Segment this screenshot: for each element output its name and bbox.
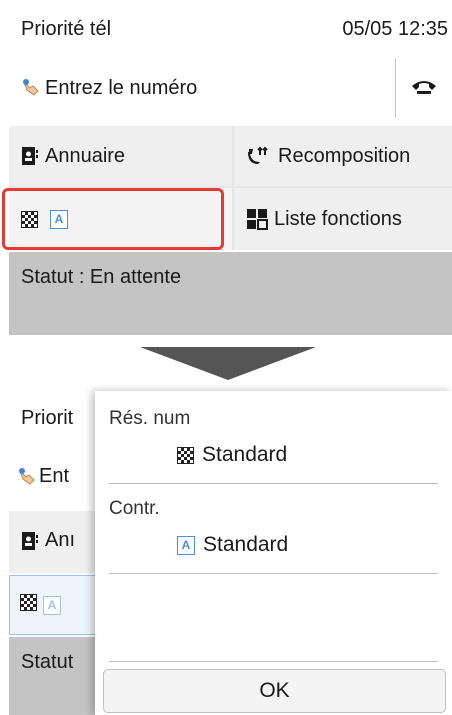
- contrast-value-text: Standard: [203, 533, 289, 556]
- bg-number-input-text: Ent: [39, 465, 70, 487]
- datetime: 05/05 12:35: [342, 17, 448, 40]
- function-list-button[interactable]: Liste fonctions: [234, 188, 452, 250]
- directory-label: Annuaire: [45, 144, 126, 167]
- contrast-label: Contr.: [109, 498, 160, 519]
- top-screen: Priorité tél 05/05 12:35 Entrez le numér…: [9, 0, 452, 335]
- mode-title: Priorité tél: [21, 17, 112, 40]
- contrast-icon: A: [177, 535, 195, 555]
- status-text: Statut : En attente: [21, 266, 182, 288]
- resolution-value-text: Standard: [202, 443, 288, 466]
- down-arrow-icon: [140, 347, 316, 380]
- redial-icon: [246, 146, 272, 166]
- bg-directory-label: Anı: [45, 529, 76, 551]
- status-bar: Priorité tél 05/05 12:35: [9, 0, 452, 58]
- number-entry-row: Entrez le numéro: [9, 58, 452, 118]
- bg-fax-settings-button: A: [9, 575, 99, 635]
- bg-number-input: Ent: [17, 465, 69, 488]
- address-book-icon: [21, 531, 39, 551]
- number-input[interactable]: Entrez le numéro: [9, 58, 396, 118]
- fax-settings-dialog: Rés. num Standard Contr. A Standard OK: [95, 391, 452, 715]
- hand-pointer-icon: [17, 467, 37, 487]
- ok-label: OK: [259, 679, 290, 702]
- status-panel: Statut : En attente: [9, 252, 452, 335]
- phone-hook-icon: [410, 77, 438, 100]
- divider: [109, 573, 438, 574]
- divider: [109, 483, 438, 484]
- contrast-icon: A: [43, 595, 61, 615]
- function-list-label: Liste fonctions: [274, 207, 402, 230]
- resolution-icon: [177, 446, 194, 464]
- bg-directory-button: Anı: [9, 511, 99, 573]
- address-book-icon: [21, 146, 39, 166]
- bg-status-panel: Statut: [9, 637, 99, 715]
- directory-button[interactable]: Annuaire: [9, 126, 232, 186]
- bg-status-text: Statut: [21, 651, 74, 673]
- ok-button[interactable]: OK: [103, 669, 446, 713]
- number-input-placeholder: Entrez le numéro: [45, 76, 198, 99]
- divider: [109, 661, 438, 662]
- contrast-value[interactable]: A Standard: [177, 533, 288, 557]
- selection-highlight: [2, 188, 224, 250]
- bg-mode-title: Priorit: [21, 407, 74, 429]
- resolution-value[interactable]: Standard: [177, 443, 287, 467]
- resolution-label: Rés. num: [109, 408, 191, 429]
- resolution-icon: [20, 594, 37, 616]
- redial-label: Recomposition: [278, 144, 411, 167]
- grid-menu-icon: [246, 208, 268, 230]
- hand-pointer-icon: [21, 78, 41, 98]
- hook-button[interactable]: [396, 58, 452, 118]
- redial-button[interactable]: Recomposition: [234, 126, 452, 186]
